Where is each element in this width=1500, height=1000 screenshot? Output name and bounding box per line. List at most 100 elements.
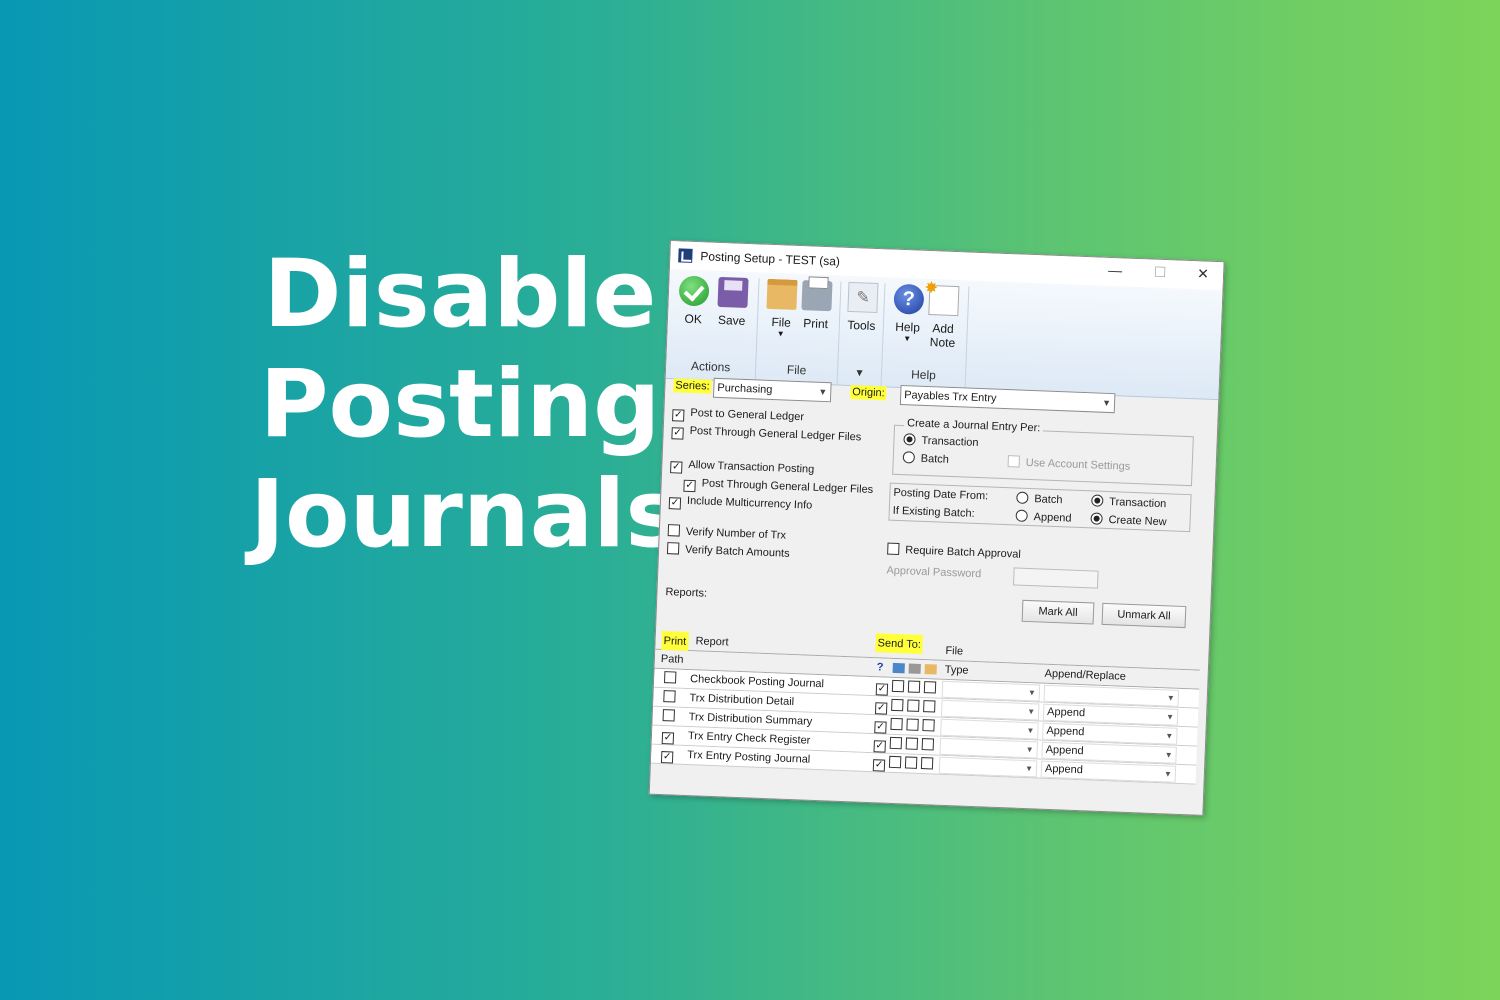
verify-batch-label: Verify Batch Amounts	[684, 543, 790, 560]
send-to-printer-checkbox[interactable]	[904, 754, 918, 773]
ribbon-group-tools: Tools ▾	[837, 281, 886, 387]
unmark-all-button[interactable]: Unmark All	[1101, 602, 1187, 629]
post-through-gl-2-label: Post Through General Ledger Files	[701, 477, 874, 496]
ribbon-group-file: File ▼ Print File	[755, 278, 842, 385]
posting-setup-window: Posting Setup - TEST (sa) — ☐ ✕ OK Save …	[648, 240, 1225, 816]
require-batch-approval-label: Require Batch Approval	[905, 544, 1021, 561]
verify-batch-checkbox[interactable]: Verify Batch Amounts	[666, 542, 790, 560]
posting-date-batch-radio[interactable]: Batch	[1016, 491, 1063, 506]
report-name: Trx Entry Posting Journal	[687, 749, 811, 766]
column-file: File	[945, 644, 964, 658]
chevron-down-icon: ▼	[1101, 397, 1112, 409]
batch-radio[interactable]: Batch	[902, 451, 950, 466]
approval-password-label: Approval Password	[886, 564, 982, 581]
append-replace-select[interactable]: Append ▼	[1040, 760, 1177, 783]
chevron-down-icon: ▼	[818, 386, 828, 398]
series-select[interactable]: Purchasing ▼	[712, 377, 832, 403]
floppy-disk-icon	[717, 276, 749, 309]
tools-label: Tools	[847, 317, 876, 333]
send-to-help-checkbox[interactable]: ✓	[874, 715, 887, 734]
append-replace-value: Append	[1045, 743, 1084, 758]
origin-label: Origin:	[850, 385, 887, 401]
send-to-help-checkbox[interactable]: ✓	[875, 677, 889, 696]
batch-label: Batch	[920, 452, 950, 466]
minimize-button[interactable]: —	[1100, 262, 1131, 279]
app-icon	[678, 248, 693, 263]
send-to-file-checkbox[interactable]	[920, 755, 934, 774]
tools-more-dropdown[interactable]: ▾	[838, 365, 882, 381]
headline-line-1: Disable	[263, 240, 657, 349]
mark-all-button[interactable]: Mark All	[1021, 599, 1095, 625]
report-print-checkbox[interactable]: ✓	[661, 726, 681, 746]
send-to-help-checkbox[interactable]: ✓	[873, 734, 886, 753]
ok-label: OK	[684, 311, 703, 327]
column-path: Path	[660, 652, 684, 666]
append-replace-value: Append	[1046, 724, 1085, 739]
report-print-checkbox[interactable]	[663, 669, 683, 689]
send-to-screen-checkbox[interactable]	[891, 697, 904, 716]
report-print-checkbox[interactable]: ✓	[660, 745, 680, 765]
window-title: Posting Setup - TEST (sa)	[700, 249, 841, 269]
send-to-screen-checkbox[interactable]	[891, 678, 905, 697]
printer-icon	[908, 663, 921, 674]
save-label: Save	[717, 312, 746, 328]
close-button[interactable]: ✕	[1188, 265, 1219, 283]
send-to-screen-checkbox[interactable]	[889, 735, 903, 754]
post-gl-label: Post to General Ledger	[690, 406, 805, 424]
printer-icon	[801, 280, 833, 312]
post-gl-checkbox[interactable]: ✓ Post to General Ledger	[672, 406, 804, 426]
existing-batch-append-label: Append	[1033, 511, 1072, 525]
existing-batch-append-radio[interactable]: Append	[1015, 509, 1072, 525]
column-print: Print	[661, 630, 689, 651]
send-to-screen-checkbox[interactable]	[890, 716, 903, 735]
column-send-to: Send To:	[875, 633, 924, 654]
send-to-help-checkbox[interactable]: ✓	[872, 753, 886, 772]
note-icon	[928, 285, 960, 317]
chevron-down-icon: ▼	[902, 334, 912, 344]
grid-rows: Checkbook Posting Journal ✓ ▼ ▼ Trx Distribu…	[650, 668, 1200, 785]
column-report: Report	[695, 635, 729, 649]
verify-number-checkbox[interactable]: Verify Number of Trx	[667, 524, 787, 542]
post-through-gl-checkbox[interactable]: ✓ Post Through General Ledger Files	[671, 424, 861, 446]
require-batch-approval-checkbox[interactable]: Require Batch Approval	[887, 542, 1021, 561]
include-multicurrency-checkbox[interactable]: ✓ Include Multicurrency Info	[668, 494, 813, 514]
help-label: Help	[894, 319, 921, 335]
add-note-label: Add	[932, 321, 954, 336]
ribbon-group-actions: OK Save Actions	[665, 275, 760, 382]
series-value: Purchasing	[717, 381, 773, 397]
headline: Disable Posting Journals	[250, 240, 682, 570]
send-to-printer-checkbox[interactable]	[906, 716, 919, 735]
print-label: Print	[803, 316, 829, 332]
report-print-checkbox[interactable]	[663, 688, 682, 708]
add-note-label-2: Note	[929, 335, 956, 351]
origin-value: Payables Trx Entry	[903, 389, 997, 405]
send-to-file-checkbox[interactable]	[922, 717, 935, 736]
allow-trx-posting-checkbox[interactable]: ✓ Allow Transaction Posting	[670, 458, 814, 479]
checkmark-icon	[678, 275, 710, 307]
headline-line-2: Posting	[259, 350, 661, 459]
existing-batch-create-new-label: Create New	[1108, 514, 1167, 529]
include-multicurrency-label: Include Multicurrency Info	[686, 494, 813, 512]
folder-icon	[766, 278, 798, 310]
approval-password-input[interactable]	[1012, 567, 1099, 589]
send-to-printer-checkbox[interactable]	[907, 678, 921, 697]
ribbon-group-help: ? Help ▼ Add Note Help	[881, 283, 970, 390]
maximize-button[interactable]: ☐	[1145, 263, 1176, 281]
send-to-help-checkbox[interactable]: ✓	[874, 696, 888, 715]
headline-line-3: Journals	[250, 460, 682, 569]
form-content: Series: Purchasing ▼ Origin: Payables Tr…	[650, 377, 1218, 816]
send-to-printer-checkbox[interactable]	[907, 697, 920, 716]
append-replace-value: Append	[1046, 705, 1086, 720]
send-to-screen-checkbox[interactable]	[888, 754, 902, 773]
send-to-printer-checkbox[interactable]	[905, 735, 919, 754]
send-to-file-checkbox[interactable]	[923, 698, 936, 717]
file-type-select[interactable]: ▼	[938, 756, 1038, 778]
send-to-file-checkbox[interactable]	[923, 679, 937, 698]
posting-date-transaction-label: Transaction	[1109, 496, 1167, 511]
reports-label: Reports:	[665, 586, 708, 600]
chevron-down-icon: ▼	[776, 329, 785, 339]
report-print-checkbox[interactable]	[662, 707, 681, 727]
question-mark-icon: ?	[893, 283, 925, 315]
folder-icon	[924, 664, 937, 675]
send-to-file-checkbox[interactable]	[921, 736, 935, 755]
